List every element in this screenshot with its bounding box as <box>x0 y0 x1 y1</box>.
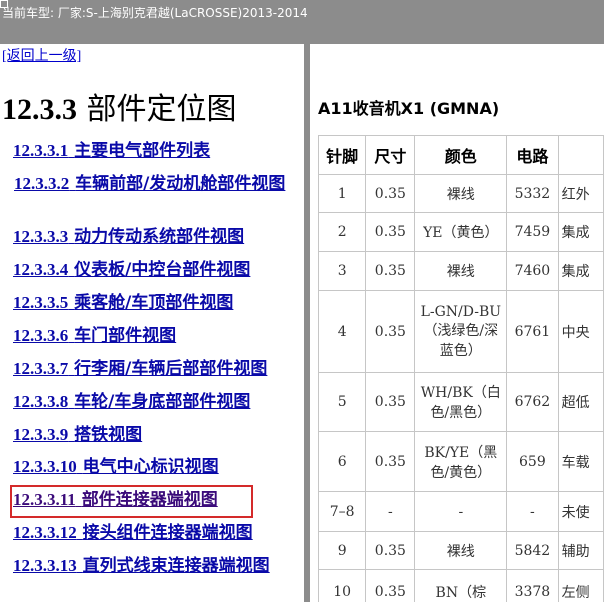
selected-item-highlight <box>10 485 253 518</box>
cell-function: 车载 <box>557 431 604 492</box>
pin-table: 针脚 尺寸 颜色 电路 1 0.35 裸线 5332 红外 2 0.35 YE（… <box>317 135 604 602</box>
page-title-text: 部件定位图 <box>86 92 237 127</box>
cell-size: 0.35 <box>365 290 416 373</box>
toc-link-12-3-3-9[interactable]: 12.3.3.9 搭铁视图 <box>13 424 142 446</box>
cell-circuit: 7459 <box>506 212 559 252</box>
cell-size: 0.35 <box>365 372 416 432</box>
toc-link-12-3-3-12[interactable]: 12.3.3.12 接头组件连接器端视图 <box>13 522 253 544</box>
toc-link-12-3-3-5[interactable]: 12.3.3.5 乘客舱/车顶部件视图 <box>13 292 233 314</box>
cell-color: 裸线 <box>414 531 508 570</box>
cell-function: 集成 <box>557 212 604 252</box>
cell-circuit: - <box>506 491 559 532</box>
table-row: 7–8 - - - 未使 <box>317 491 604 532</box>
cell-color: YE（黄色） <box>414 212 508 252</box>
cell-circuit: 5332 <box>506 174 559 213</box>
cell-function: 红外 <box>557 174 604 213</box>
toc-link-12-3-3-13[interactable]: 12.3.3.13 直列式线束连接器端视图 <box>13 555 270 577</box>
toc-link-12-3-3-10[interactable]: 12.3.3.10 电气中心标识视图 <box>13 456 219 478</box>
cell-pin: 4 <box>317 290 367 373</box>
right-content-pane: A11收音机X1 (GMNA) 针脚 尺寸 颜色 电路 1 0.35 裸线 53… <box>310 44 604 602</box>
cell-circuit: 3378 <box>506 569 559 602</box>
table-row: 4 0.35 L-GN/D-BU（浅绿色/深蓝色） 6761 中央 <box>317 290 604 373</box>
cell-color: 裸线 <box>414 174 508 213</box>
toc-link-12-3-3-3[interactable]: 12.3.3.3 动力传动系统部件视图 <box>13 226 244 248</box>
page-title: 12.3.3 部件定位图 <box>2 84 237 128</box>
page-title-number: 12.3.3 <box>2 93 77 126</box>
cell-size: - <box>365 491 416 532</box>
cell-color: L-GN/D-BU（浅绿色/深蓝色） <box>414 290 508 373</box>
col-header-function <box>557 135 604 175</box>
table-row: 2 0.35 YE（黄色） 7459 集成 <box>317 212 604 252</box>
back-link[interactable]: [返回上一级] <box>2 45 81 65</box>
cell-circuit: 6762 <box>506 372 559 432</box>
table-row: 6 0.35 BK/YE（黑色/黄色） 659 车载 <box>317 431 604 492</box>
cell-color: 裸线 <box>414 251 508 291</box>
cell-size: 0.35 <box>365 569 416 602</box>
pin-table-header-row: 针脚 尺寸 颜色 电路 <box>317 135 604 175</box>
col-header-size: 尺寸 <box>365 135 416 175</box>
toc-link-12-3-3-8[interactable]: 12.3.3.8 车轮/车身底部部件视图 <box>13 391 250 413</box>
table-row: 5 0.35 WH/BK（白色/黑色） 6762 超低 <box>317 372 604 432</box>
toc-link-12-3-3-2[interactable]: 12.3.3.2 车辆前部/发动机舱部件视图 <box>2 173 302 195</box>
cell-circuit: 659 <box>506 431 559 492</box>
cell-function: 辅助 <box>557 531 604 570</box>
cell-size: 0.35 <box>365 212 416 252</box>
cell-color: BK/YE（黑色/黄色） <box>414 431 508 492</box>
cell-pin: 7–8 <box>317 491 367 532</box>
col-header-pin: 针脚 <box>317 135 367 175</box>
cell-pin: 1 <box>317 174 367 213</box>
cell-function: 超低 <box>557 372 604 432</box>
connector-title: A11收音机X1 (GMNA) <box>318 99 500 118</box>
cell-circuit: 5842 <box>506 531 559 570</box>
cell-size: 0.35 <box>365 431 416 492</box>
table-row: 1 0.35 裸线 5332 红外 <box>317 174 604 213</box>
cell-pin: 3 <box>317 251 367 291</box>
table-row: 3 0.35 裸线 7460 集成 <box>317 251 604 291</box>
cell-function: 中央 <box>557 290 604 373</box>
toc-link-12-3-3-7[interactable]: 12.3.3.7 行李厢/车辆后部部件视图 <box>13 358 267 380</box>
cell-pin: 5 <box>317 372 367 432</box>
cell-function: 集成 <box>557 251 604 291</box>
cell-size: 0.35 <box>365 174 416 213</box>
cell-function: 未使 <box>557 491 604 532</box>
cell-function: 左侧 <box>557 569 604 602</box>
cell-pin: 6 <box>317 431 367 492</box>
col-header-color: 颜色 <box>414 135 508 175</box>
cell-circuit: 6761 <box>506 290 559 373</box>
table-row: 9 0.35 裸线 5842 辅助 <box>317 531 604 570</box>
cell-circuit: 7460 <box>506 251 559 291</box>
cell-pin: 9 <box>317 531 367 570</box>
cell-size: 0.35 <box>365 251 416 291</box>
cell-pin: 10 <box>317 569 367 602</box>
toc-link-12-3-3-6[interactable]: 12.3.3.6 车门部件视图 <box>13 325 176 347</box>
toc-link-12-3-3-4[interactable]: 12.3.3.4 仪表板/中控台部件视图 <box>13 259 250 281</box>
col-header-circuit: 电路 <box>506 135 559 175</box>
cell-pin: 2 <box>317 212 367 252</box>
cell-color: WH/BK（白色/黑色） <box>414 372 508 432</box>
cell-size: 0.35 <box>365 531 416 570</box>
cell-color: - <box>414 491 508 532</box>
toc-link-12-3-3-1[interactable]: 12.3.3.1 主要电气部件列表 <box>13 140 210 162</box>
current-vehicle-caption: 当前车型: 厂家:S-上海别克君越(LaCROSSE)2013-2014 <box>2 6 308 20</box>
top-header-bar: 当前车型: 厂家:S-上海别克君越(LaCROSSE)2013-2014 <box>0 0 604 44</box>
table-row: 10 0.35 BN（棕 3378 左侧 <box>317 569 604 602</box>
cell-color: BN（棕 <box>414 569 508 602</box>
left-navigation-pane: [返回上一级] 12.3.3 部件定位图 12.3.3.1 主要电气部件列表 1… <box>0 44 304 602</box>
